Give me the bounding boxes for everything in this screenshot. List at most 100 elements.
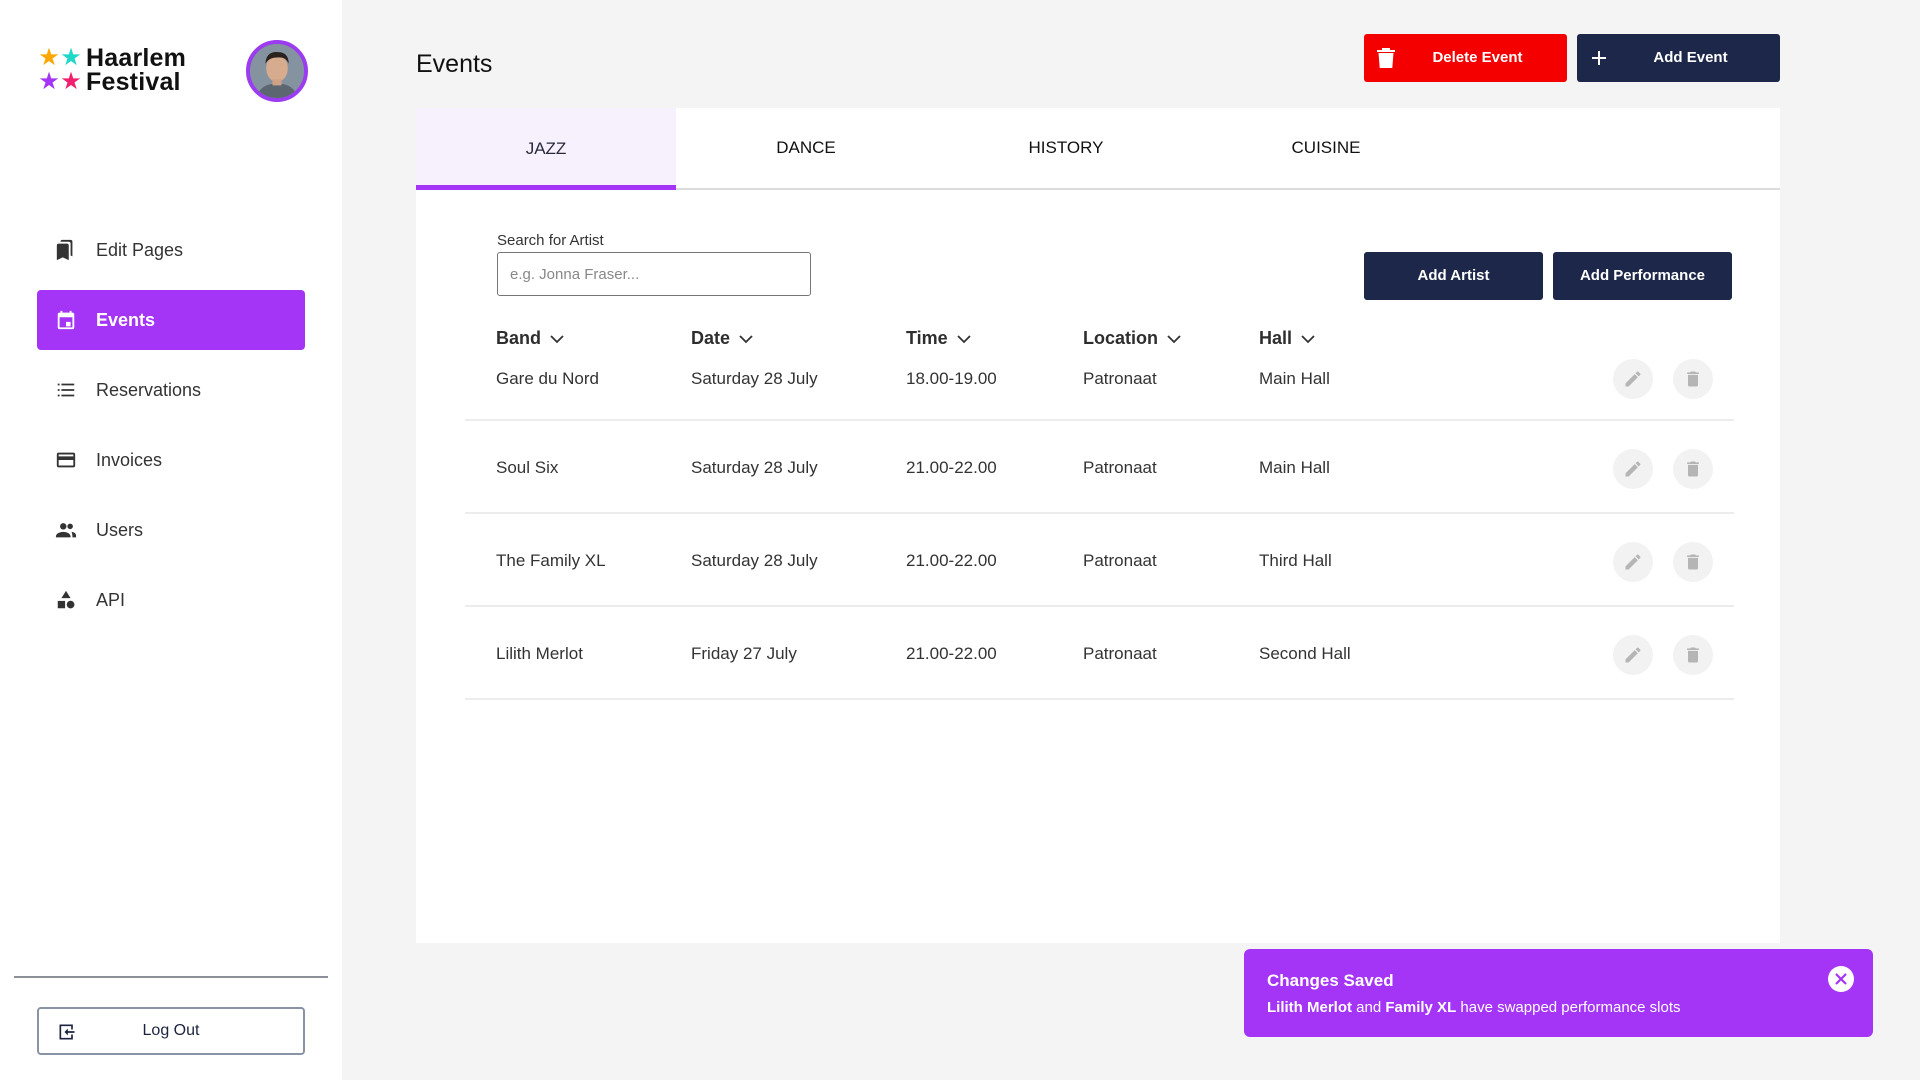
chevron-down-icon bbox=[1167, 334, 1181, 343]
logo-line-2: Festival bbox=[86, 68, 181, 96]
cell-hall: Third Hall bbox=[1259, 551, 1332, 570]
sidebar-item-edit-pages[interactable]: Edit Pages bbox=[37, 220, 305, 280]
tab-dance[interactable]: DANCE bbox=[676, 108, 936, 188]
avatar-image bbox=[250, 44, 304, 98]
logout-button[interactable]: Log Out bbox=[37, 1007, 305, 1055]
credit-card-icon bbox=[55, 449, 77, 471]
pencil-icon bbox=[1625, 554, 1641, 570]
sidebar-item-label: Reservations bbox=[96, 379, 202, 400]
sidebar: ★ ★ ★ ★ Haarlem Festival Edit Pages Even… bbox=[0, 0, 342, 1080]
cell-time: 21.00-22.00 bbox=[906, 458, 997, 477]
delete-row-button[interactable] bbox=[1673, 542, 1713, 582]
tab-jazz[interactable]: JAZZ bbox=[416, 108, 676, 190]
logo-stars-icon: ★ ★ ★ ★ bbox=[38, 44, 82, 95]
cell-band: Lilith Merlot bbox=[496, 644, 583, 663]
cell-date: Saturday 28 July bbox=[691, 551, 818, 570]
chevron-down-icon bbox=[957, 334, 971, 343]
column-label: Band bbox=[496, 328, 541, 348]
pencil-icon bbox=[1625, 371, 1641, 387]
sidebar-item-reservations[interactable]: Reservations bbox=[37, 360, 305, 420]
cell-band: Soul Six bbox=[496, 458, 559, 477]
trash-icon bbox=[1687, 461, 1699, 477]
cell-hall: Main Hall bbox=[1259, 458, 1330, 477]
trash-icon bbox=[1687, 647, 1699, 663]
trash-icon bbox=[1687, 371, 1699, 387]
add-performance-label: Add Performance bbox=[1579, 267, 1706, 284]
events-card: JAZZ DANCE HISTORY CUISINE Search for Ar… bbox=[416, 108, 1780, 943]
search-artist-input[interactable] bbox=[497, 252, 811, 296]
toast-message: Lilith Merlot and Family XL have swapped… bbox=[1267, 999, 1681, 1016]
sidebar-item-label: API bbox=[96, 589, 126, 610]
pencil-icon bbox=[1625, 647, 1641, 663]
tab-history[interactable]: HISTORY bbox=[936, 108, 1196, 188]
column-label: Time bbox=[906, 328, 948, 348]
sidebar-item-invoices[interactable]: Invoices bbox=[37, 430, 305, 490]
cell-date: Saturday 28 July bbox=[691, 369, 818, 388]
logo-line-1: Haarlem bbox=[86, 44, 187, 72]
cell-location: Patronaat bbox=[1083, 369, 1157, 388]
delete-event-label: Delete Event bbox=[1432, 49, 1523, 66]
edit-row-button[interactable] bbox=[1613, 635, 1653, 675]
performances-table: Band Date Time Location Hall Gare du Nor… bbox=[465, 328, 1734, 700]
chevron-down-icon bbox=[550, 334, 564, 343]
cell-date: Friday 27 July bbox=[691, 644, 797, 663]
column-header-time[interactable]: Time bbox=[906, 328, 971, 349]
column-header-location[interactable]: Location bbox=[1083, 328, 1181, 349]
cell-hall: Main Hall bbox=[1259, 369, 1330, 388]
column-header-hall[interactable]: Hall bbox=[1259, 328, 1315, 349]
shapes-icon bbox=[55, 589, 77, 611]
chevron-down-icon bbox=[1301, 334, 1315, 343]
table-row: Gare du Nord Saturday 28 July 18.00-19.0… bbox=[465, 359, 1734, 421]
sidebar-item-label: Users bbox=[96, 519, 144, 540]
cell-time: 21.00-22.00 bbox=[906, 551, 997, 570]
table-row: The Family XL Saturday 28 July 21.00-22.… bbox=[465, 514, 1734, 607]
category-tabs: JAZZ DANCE HISTORY CUISINE bbox=[416, 108, 1780, 190]
toast-title: Changes Saved bbox=[1267, 971, 1394, 990]
toast-name-1: Lilith Merlot bbox=[1267, 999, 1352, 1016]
cell-band: Gare du Nord bbox=[496, 369, 599, 388]
delete-row-button[interactable] bbox=[1673, 635, 1713, 675]
toast-rest: have swapped performance slots bbox=[1456, 999, 1681, 1016]
close-icon bbox=[1835, 973, 1847, 985]
add-event-label: Add Event bbox=[1653, 49, 1728, 66]
search-label: Search for Artist bbox=[497, 232, 604, 249]
add-artist-button[interactable]: Add Artist bbox=[1364, 252, 1543, 300]
edit-row-button[interactable] bbox=[1613, 359, 1653, 399]
calendar-icon bbox=[55, 309, 77, 331]
logo[interactable]: ★ ★ ★ ★ Haarlem Festival bbox=[38, 44, 187, 96]
column-label: Location bbox=[1083, 328, 1158, 348]
sidebar-item-label: Edit Pages bbox=[96, 239, 184, 260]
logout-icon bbox=[59, 1024, 75, 1040]
trash-icon bbox=[1687, 554, 1699, 570]
pencil-icon bbox=[1625, 461, 1641, 477]
sidebar-item-api[interactable]: API bbox=[37, 570, 305, 630]
column-header-date[interactable]: Date bbox=[691, 328, 753, 349]
add-performance-button[interactable]: Add Performance bbox=[1553, 252, 1732, 300]
add-event-button[interactable]: Add Event bbox=[1577, 34, 1780, 82]
list-icon bbox=[55, 379, 77, 401]
column-header-band[interactable]: Band bbox=[496, 328, 564, 349]
sidebar-item-events[interactable]: Events bbox=[37, 290, 305, 350]
edit-row-button[interactable] bbox=[1613, 542, 1653, 582]
delete-row-button[interactable] bbox=[1673, 449, 1713, 489]
cell-time: 21.00-22.00 bbox=[906, 644, 997, 663]
sidebar-nav: Edit Pages Events Reservations Invoices … bbox=[37, 220, 305, 640]
delete-event-button[interactable]: Delete Event bbox=[1364, 34, 1567, 82]
delete-row-button[interactable] bbox=[1673, 359, 1713, 399]
column-label: Date bbox=[691, 328, 731, 348]
table-row: Lilith Merlot Friday 27 July 21.00-22.00… bbox=[465, 607, 1734, 700]
toast-name-2: Family XL bbox=[1385, 999, 1457, 1016]
toast-close-button[interactable] bbox=[1828, 966, 1854, 992]
sidebar-divider bbox=[14, 976, 328, 978]
sidebar-item-label: Events bbox=[96, 309, 156, 330]
bookmarks-icon bbox=[55, 239, 77, 261]
page-title: Events bbox=[416, 50, 493, 78]
avatar[interactable] bbox=[246, 40, 308, 102]
edit-row-button[interactable] bbox=[1613, 449, 1653, 489]
sidebar-item-users[interactable]: Users bbox=[37, 500, 305, 560]
tab-cuisine[interactable]: CUISINE bbox=[1196, 108, 1456, 188]
table-header: Band Date Time Location Hall bbox=[465, 328, 1734, 360]
logo-text: Haarlem Festival bbox=[86, 44, 187, 96]
cell-band: The Family XL bbox=[496, 551, 606, 570]
cell-time: 18.00-19.00 bbox=[906, 369, 997, 388]
